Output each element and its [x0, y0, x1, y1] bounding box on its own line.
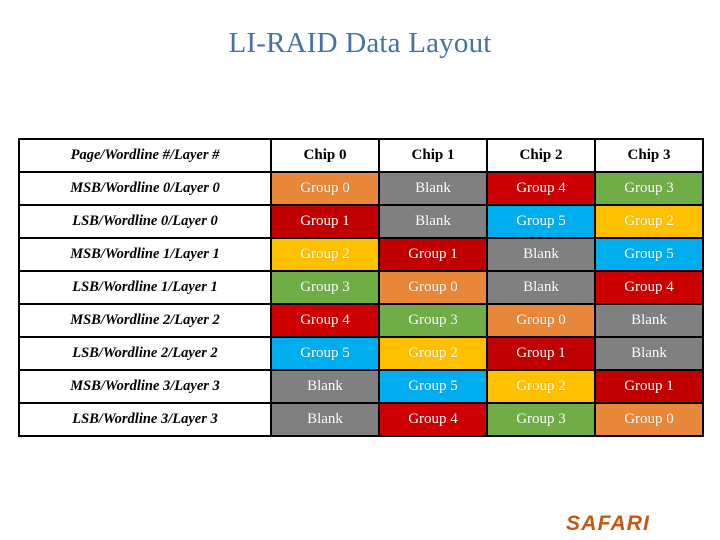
table-cell: Group 5: [594, 237, 704, 272]
row-label: LSB/Wordline 0/Layer 0: [18, 204, 272, 239]
row-label: MSB/Wordline 3/Layer 3: [18, 369, 272, 404]
table-row: MSB/Wordline 1/Layer 1 Group 2 Group 1 Blan…: [18, 237, 704, 272]
column-header-chip-3: Chip 3: [594, 138, 704, 173]
table-cell: Blank: [270, 402, 380, 437]
table-cell: Group 0: [594, 402, 704, 437]
table-cell: Group 1: [486, 336, 596, 371]
table-cell: Blank: [378, 171, 488, 206]
table-cell: Group 4: [378, 402, 488, 437]
table-cell: Group 2: [270, 237, 380, 272]
column-header-chip-2: Chip 2: [486, 138, 596, 173]
table-cell: Group 0: [378, 270, 488, 305]
table-cell: Group 5: [378, 369, 488, 404]
column-header-page-wordline-layer: Page/Wordline #/Layer #: [18, 138, 272, 173]
table-cell: Group 1: [378, 237, 488, 272]
table-row: LSB/Wordline 1/Layer 1 Group 3 Group 0 Blan…: [18, 270, 704, 305]
table-body: MSB/Wordline 0/Layer 0 Group 0 Blank Group …: [18, 171, 704, 437]
row-label: MSB/Wordline 1/Layer 1: [18, 237, 272, 272]
table-row: LSB/Wordline 3/Layer 3 Blank Group 4 Group …: [18, 402, 704, 437]
table-cell: Blank: [378, 204, 488, 239]
data-layout-table-container: Page/Wordline #/Layer # Chip 0 Chip 1 Ch…: [18, 138, 704, 437]
row-label: LSB/Wordline 1/Layer 1: [18, 270, 272, 305]
table-cell: Blank: [486, 270, 596, 305]
table-cell: Group 3: [378, 303, 488, 338]
row-label: MSB/Wordline 0/Layer 0: [18, 171, 272, 206]
table-cell: Group 0: [486, 303, 596, 338]
table-cell: Group 3: [486, 402, 596, 437]
table-cell: Group 2: [378, 336, 488, 371]
column-header-chip-1: Chip 1: [378, 138, 488, 173]
row-label: MSB/Wordline 2/Layer 2: [18, 303, 272, 338]
table-cell: Group 4: [270, 303, 380, 338]
row-label: LSB/Wordline 3/Layer 3: [18, 402, 272, 437]
table-cell: Blank: [594, 303, 704, 338]
data-layout-table: Page/Wordline #/Layer # Chip 0 Chip 1 Ch…: [18, 138, 704, 437]
table-cell: Blank: [270, 369, 380, 404]
table-cell: Group 2: [594, 204, 704, 239]
table-header-row: Page/Wordline #/Layer # Chip 0 Chip 1 Ch…: [18, 138, 704, 173]
table-row: MSB/Wordline 2/Layer 2 Group 4 Group 3 Grou…: [18, 303, 704, 338]
table-row: LSB/Wordline 0/Layer 0 Group 1 Blank Group …: [18, 204, 704, 239]
table-cell: Group 4: [594, 270, 704, 305]
table-cell: Group 5: [486, 204, 596, 239]
table-cell: Group 1: [594, 369, 704, 404]
safari-logo: SAFARI: [566, 512, 651, 535]
row-label: LSB/Wordline 2/Layer 2: [18, 336, 272, 371]
page-title: LI-RAID Data Layout: [228, 27, 492, 59]
table-cell: Blank: [594, 336, 704, 371]
table-cell: Group 1: [270, 204, 380, 239]
table-cell: Group 5: [270, 336, 380, 371]
table-cell: Group 2: [486, 369, 596, 404]
table-row: LSB/Wordline 2/Layer 2 Group 5 Group 2 Grou…: [18, 336, 704, 371]
table-header: Page/Wordline #/Layer # Chip 0 Chip 1 Ch…: [18, 138, 704, 173]
table-cell: Blank: [486, 237, 596, 272]
table-cell: Group 3: [594, 171, 704, 206]
table-row: MSB/Wordline 0/Layer 0 Group 0 Blank Group …: [18, 171, 704, 206]
table-cell: Group 0: [270, 171, 380, 206]
table-row: MSB/Wordline 3/Layer 3 Blank Group 5 Group …: [18, 369, 704, 404]
table-cell: Group 3: [270, 270, 380, 305]
table-cell: Group 4: [486, 171, 596, 206]
column-header-chip-0: Chip 0: [270, 138, 380, 173]
